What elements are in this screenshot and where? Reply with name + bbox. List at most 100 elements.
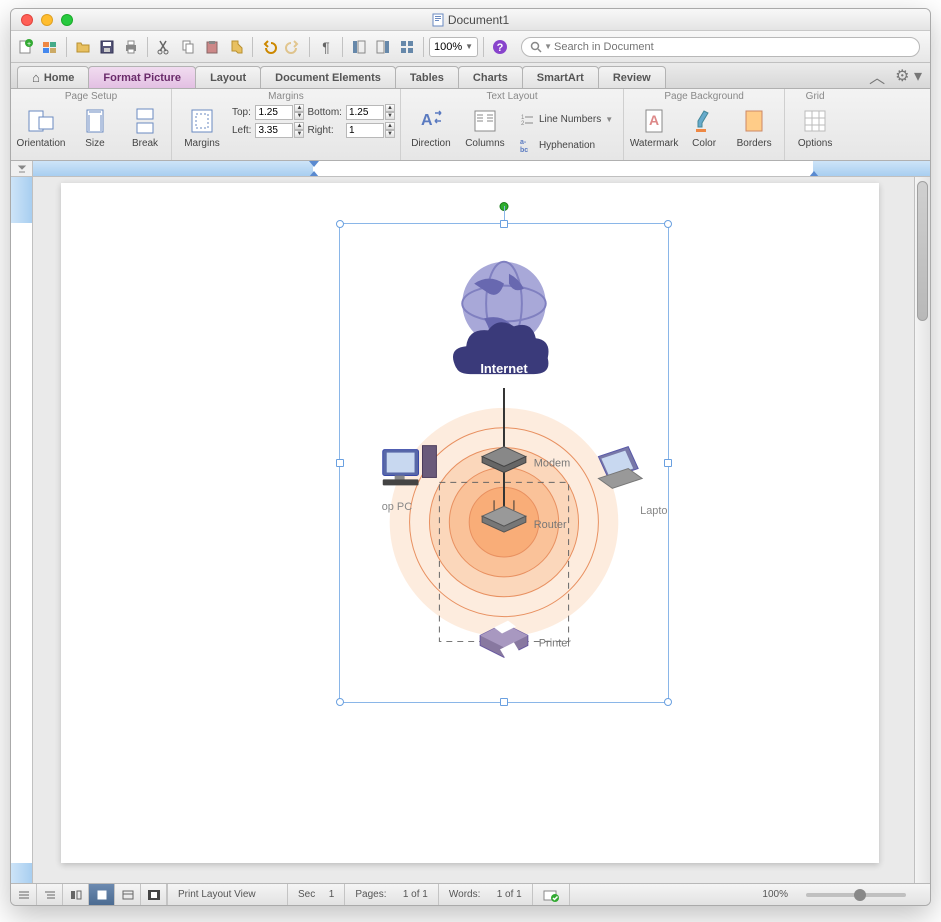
margin-left-up[interactable]: ▲: [294, 122, 304, 130]
color-button[interactable]: Color: [684, 104, 724, 149]
view-print-layout-button[interactable]: [89, 884, 115, 906]
paragraph-marks-button[interactable]: ¶: [315, 36, 337, 58]
print-button[interactable]: [120, 36, 142, 58]
vertical-scrollbar[interactable]: [914, 177, 930, 883]
tab-review[interactable]: Review: [598, 66, 666, 88]
margin-bottom-down[interactable]: ▼: [385, 112, 395, 120]
ruler-corner[interactable]: [11, 161, 33, 176]
statusbar: Print Layout View Sec 1 Pages: 1 of 1 Wo…: [11, 883, 930, 905]
columns-button[interactable]: Columns: [461, 104, 509, 149]
view-buttons: [11, 884, 168, 906]
help-button[interactable]: ?: [489, 36, 511, 58]
view-name-label: Print Layout View: [168, 884, 288, 905]
words-indicator[interactable]: Words: 1 of 1: [439, 884, 533, 905]
search-input[interactable]: [554, 41, 911, 53]
watermark-button[interactable]: A Watermark: [630, 104, 678, 149]
undo-button[interactable]: [258, 36, 280, 58]
search-box[interactable]: ▼: [521, 37, 920, 57]
document-icon: [432, 13, 444, 27]
margin-right-down[interactable]: ▼: [385, 130, 395, 138]
group-text-layout: Text Layout A Direction Columns 12 Line …: [401, 89, 624, 160]
group-page-background: Page Background A Watermark Color Border…: [624, 89, 785, 160]
gallery-button[interactable]: [396, 36, 418, 58]
sidebar-left-button[interactable]: [348, 36, 370, 58]
view-outline-button[interactable]: [37, 884, 63, 906]
right-margin-indicator[interactable]: [809, 161, 819, 177]
tab-tables[interactable]: Tables: [395, 66, 459, 88]
tab-charts[interactable]: Charts: [458, 66, 523, 88]
page: Internet Modem: [61, 183, 879, 863]
ribbon-tabbar: Home Format Picture Layout Document Elem…: [11, 63, 930, 89]
templates-button[interactable]: [39, 36, 61, 58]
line-numbers-button[interactable]: 12 Line Numbers ▼: [515, 108, 617, 130]
titlebar: Document1: [11, 9, 930, 31]
svg-text:a-: a-: [520, 139, 527, 146]
svg-text:+: +: [27, 41, 31, 48]
view-publishing-button[interactable]: [63, 884, 89, 906]
zoom-dropdown[interactable]: 100% ▼: [429, 37, 478, 57]
margin-right-input[interactable]: [346, 123, 384, 138]
format-painter-button[interactable]: [225, 36, 247, 58]
main-toolbar: + ¶ 100% ▼ ? ▼: [11, 31, 930, 63]
hyphenation-button[interactable]: a-bc Hyphenation: [515, 134, 617, 156]
network-diagram: Internet Modem: [340, 224, 668, 701]
ribbon: Page Setup Orientation Size Break Margin…: [11, 89, 930, 161]
tab-format-picture[interactable]: Format Picture: [88, 66, 196, 88]
view-focus-button[interactable]: [141, 884, 167, 906]
spelling-status[interactable]: [533, 884, 570, 905]
orientation-button[interactable]: Orientation: [17, 104, 65, 149]
internet-label: Internet: [480, 361, 528, 376]
desktop-pc-label: op PC: [382, 501, 412, 513]
scrollbar-thumb[interactable]: [917, 181, 928, 321]
margin-bottom-up[interactable]: ▲: [385, 104, 395, 112]
break-button[interactable]: Break: [125, 104, 165, 149]
copy-button[interactable]: [177, 36, 199, 58]
section-indicator[interactable]: Sec 1: [288, 884, 345, 905]
margin-top-input[interactable]: [255, 105, 293, 120]
tab-smartart[interactable]: SmartArt: [522, 66, 599, 88]
group-margins: Margins Margins Top: ▲▼ Bottom: ▲▼ Left:…: [172, 89, 401, 160]
chevron-down-icon: ▼: [465, 42, 473, 51]
margins-button[interactable]: Margins: [178, 104, 226, 149]
borders-button[interactable]: Borders: [730, 104, 778, 149]
margin-left-input[interactable]: [255, 123, 293, 138]
size-button[interactable]: Size: [71, 104, 119, 149]
tab-home[interactable]: Home: [17, 66, 89, 88]
margin-left-down[interactable]: ▼: [294, 130, 304, 138]
picture-selection[interactable]: Internet Modem: [339, 223, 669, 703]
cut-button[interactable]: [153, 36, 175, 58]
window-title: Document1: [11, 13, 930, 27]
horizontal-ruler[interactable]: [11, 161, 930, 177]
tab-layout[interactable]: Layout: [195, 66, 261, 88]
svg-text:bc: bc: [520, 147, 528, 153]
document-area[interactable]: Internet Modem: [33, 177, 914, 883]
view-draft-button[interactable]: [11, 884, 37, 906]
router-label: Router: [534, 519, 567, 531]
svg-text:2: 2: [521, 121, 525, 127]
tab-document-elements[interactable]: Document Elements: [260, 66, 396, 88]
margin-top-up[interactable]: ▲: [294, 104, 304, 112]
zoom-slider[interactable]: [806, 893, 906, 897]
view-notebook-button[interactable]: [115, 884, 141, 906]
redo-button[interactable]: [282, 36, 304, 58]
collapse-ribbon-button[interactable]: ︿: [869, 64, 885, 88]
direction-button[interactable]: A Direction: [407, 104, 455, 149]
left-margin-indicator[interactable]: [309, 161, 319, 177]
grid-options-button[interactable]: Options: [791, 104, 839, 149]
margin-top-down[interactable]: ▼: [294, 112, 304, 120]
save-button[interactable]: [96, 36, 118, 58]
new-document-button[interactable]: +: [15, 36, 37, 58]
vertical-ruler[interactable]: [11, 177, 33, 883]
margin-right-up[interactable]: ▲: [385, 122, 395, 130]
paste-button[interactable]: [201, 36, 223, 58]
svg-text:A: A: [421, 112, 433, 129]
ribbon-settings-button[interactable]: ⚙ ▾: [895, 66, 922, 86]
svg-text:A: A: [649, 112, 659, 128]
app-window: Document1 + ¶ 100% ▼ ? ▼: [10, 8, 931, 906]
open-button[interactable]: [72, 36, 94, 58]
pages-indicator[interactable]: Pages: 1 of 1: [345, 884, 439, 905]
zoom-level[interactable]: 100%: [752, 884, 798, 905]
sidebar-right-button[interactable]: [372, 36, 394, 58]
margin-bottom-input[interactable]: [346, 105, 384, 120]
line-numbers-icon: 12: [519, 111, 535, 127]
